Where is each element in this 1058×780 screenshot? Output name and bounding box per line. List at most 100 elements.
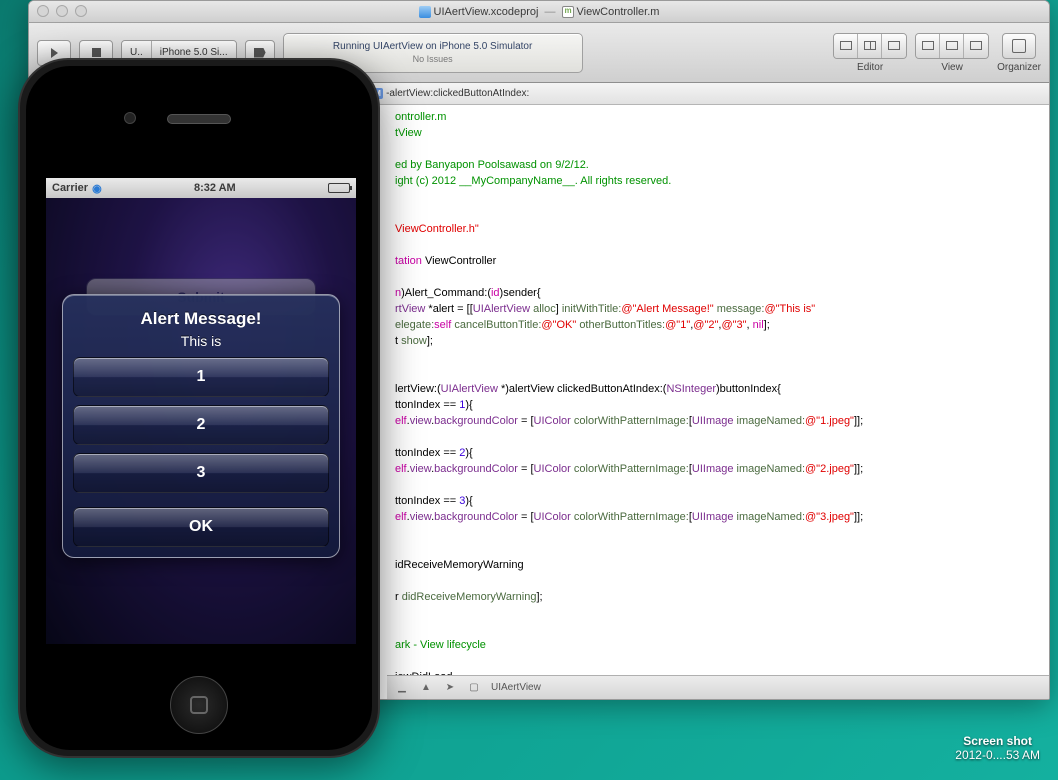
alert-button-1[interactable]: 1	[73, 357, 329, 397]
code-line: ed by Banyapon Poolsawasd on 9/2/12.	[395, 159, 589, 171]
jump-symbol[interactable]: M-alertView:clickedButtonAtIndex:	[368, 88, 533, 99]
code-token: imageNamed:	[737, 415, 805, 427]
code-token: didReceiveMemoryWarning	[402, 591, 537, 603]
code-token: elf	[395, 415, 407, 427]
code-token: cancelButtonTitle:	[454, 319, 541, 331]
code-token: ];	[427, 335, 433, 347]
code-token: imageNamed:	[737, 511, 805, 523]
earpiece-icon	[167, 114, 231, 124]
camera-icon	[124, 112, 136, 124]
editor-label: Editor	[857, 62, 883, 73]
window-titlebar[interactable]: UIAertView.xcodeproj — ViewController.m	[29, 1, 1049, 23]
view-group: View	[915, 33, 989, 73]
organizer-button[interactable]	[1002, 33, 1036, 59]
code-token: @"3"	[721, 319, 746, 331]
alert-button-2[interactable]: 2	[73, 405, 329, 445]
toggle-utilities-button[interactable]	[964, 34, 988, 58]
code-token: colorWithPatternImage:	[574, 511, 689, 523]
activity-line1: Running UIAertView on iPhone 5.0 Simulat…	[333, 41, 532, 52]
code-token: alloc	[533, 303, 556, 315]
status-time: 8:32 AM	[194, 182, 236, 194]
code-token: @"1.jpeg"	[805, 415, 854, 427]
stop-icon	[92, 48, 101, 57]
code-token: message:	[717, 303, 765, 315]
code-token: backgroundColor	[434, 415, 518, 427]
code-token: @"3.jpeg"	[805, 511, 854, 523]
code-token: self	[434, 319, 451, 331]
code-token: @"OK"	[541, 319, 576, 331]
organizer-label: Organizer	[997, 62, 1041, 73]
code-token: otherButtonTitles:	[579, 319, 665, 331]
code-token: tation	[395, 255, 422, 267]
code-token: imageNamed:	[737, 463, 805, 475]
version-editor-button[interactable]	[882, 34, 906, 58]
code-token: nil	[753, 319, 764, 331]
breakpoint-icon	[254, 48, 266, 58]
window-controls	[37, 5, 87, 17]
jump-symbol-label: -alertView:clickedButtonAtIndex:	[386, 88, 529, 99]
uialertview: Alert Message! This is 1 2 3 OK	[62, 294, 340, 558]
play-icon	[51, 48, 58, 58]
zoom-icon[interactable]	[75, 5, 87, 17]
right-panel-icon	[970, 41, 982, 50]
code-content[interactable]: ontroller.m tView ed by Banyapon Poolsaw…	[387, 105, 1049, 675]
source-editor[interactable]: ontroller.m tView ed by Banyapon Poolsaw…	[387, 105, 1049, 675]
debug-expand-icon[interactable]: ▲	[419, 681, 433, 695]
desktop-file-label[interactable]: Screen shot 2012-0....53 AM	[955, 734, 1040, 762]
code-token: elf	[395, 511, 407, 523]
code-token: ttonIndex ==	[395, 399, 459, 411]
debug-bar: ▁ ▲ ➤ ▢ UIAertView	[387, 675, 1049, 699]
code-token: @"2"	[693, 319, 718, 331]
home-button-icon	[190, 696, 208, 714]
minimize-icon[interactable]	[56, 5, 68, 17]
debug-hide-icon[interactable]: ▁	[395, 681, 409, 695]
code-token: ViewController	[422, 255, 496, 267]
toggle-debug-button[interactable]	[940, 34, 964, 58]
ios-simulator-device: Carrier ◉ 8:32 AM Submit Alert Message! …	[18, 58, 380, 758]
code-token: id	[491, 287, 500, 299]
version-editor-icon	[888, 41, 900, 50]
code-token: r	[395, 591, 402, 603]
desktop-filename-2: 2012-0....53 AM	[955, 748, 1040, 762]
code-token: @"This is"	[764, 303, 815, 315]
wifi-icon: ◉	[92, 182, 102, 195]
code-token: ){	[465, 399, 472, 411]
code-token: colorWithPatternImage:	[574, 463, 689, 475]
code-token: ttonIndex ==	[395, 447, 459, 459]
alert-button-3[interactable]: 3	[73, 453, 329, 493]
toggle-navigator-button[interactable]	[916, 34, 940, 58]
close-icon[interactable]	[37, 5, 49, 17]
code-token: @"2.jpeg"	[805, 463, 854, 475]
code-token: lertView:(	[395, 383, 441, 395]
alert-message: This is	[73, 333, 329, 349]
code-line: idReceiveMemoryWarning	[395, 559, 524, 571]
code-token: )Alert_Command:(	[401, 287, 491, 299]
home-button[interactable]	[170, 676, 228, 734]
code-token: UIAlertView	[473, 303, 530, 315]
debug-location-icon[interactable]: ➤	[443, 681, 457, 695]
debug-process-icon: ▢	[467, 681, 481, 695]
title-project-name: UIAertView.xcodeproj	[434, 6, 539, 18]
carrier-label: Carrier	[52, 182, 88, 194]
title-documents: UIAertView.xcodeproj — ViewController.m	[419, 6, 660, 18]
code-token: )buttonIndex{	[716, 383, 781, 395]
code-token: view	[410, 415, 431, 427]
title-project: UIAertView.xcodeproj	[419, 6, 539, 18]
code-line: ark - View lifecycle	[395, 639, 486, 651]
code-token: *alert = [[	[425, 303, 472, 315]
assistant-editor-button[interactable]	[858, 34, 882, 58]
view-label: View	[941, 62, 963, 73]
left-panel-icon	[922, 41, 934, 50]
code-token: NSInteger	[666, 383, 716, 395]
standard-editor-button[interactable]	[834, 34, 858, 58]
alert-title: Alert Message!	[73, 309, 329, 329]
code-token: ){	[465, 495, 472, 507]
code-token: UIColor	[534, 415, 571, 427]
code-token: backgroundColor	[434, 463, 518, 475]
code-token: ){	[465, 447, 472, 459]
debug-target-label: UIAertView	[491, 682, 541, 693]
m-file-icon	[562, 6, 574, 18]
device-screen: Carrier ◉ 8:32 AM Submit Alert Message! …	[46, 178, 356, 644]
title-separator: —	[545, 6, 556, 18]
alert-cancel-button[interactable]: OK	[73, 507, 329, 547]
